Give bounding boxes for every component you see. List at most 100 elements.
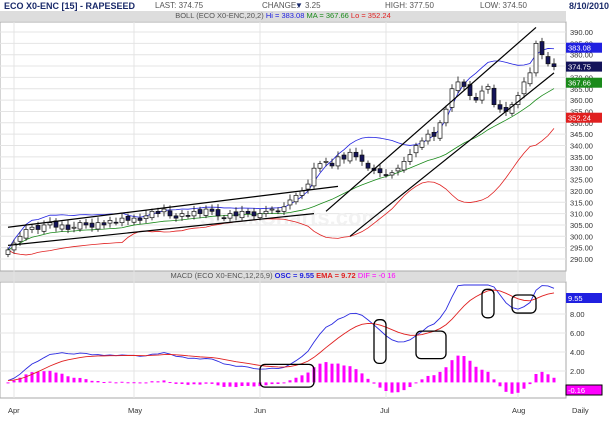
histogram-bar (78, 377, 82, 383)
candle-body (497, 104, 503, 110)
histogram-bar (366, 378, 370, 383)
histogram-bar (384, 382, 388, 391)
candle-body (29, 226, 35, 230)
candle-body (41, 224, 47, 232)
histogram-bar (528, 382, 532, 385)
histogram-bar (144, 382, 148, 384)
histogram-bar (180, 382, 184, 385)
macd-y-tick: 6.00 (570, 329, 585, 338)
candle-body (455, 81, 461, 91)
candle-body (221, 217, 227, 220)
candle-body (203, 208, 209, 216)
histogram-bar (156, 381, 160, 383)
candle-body (23, 229, 29, 239)
histogram-bar (120, 381, 124, 383)
candle-body (419, 140, 425, 148)
x-tick-label: Aug (512, 406, 525, 415)
histogram-bar (198, 382, 202, 385)
candle-body (329, 162, 335, 167)
candle-body (353, 151, 359, 158)
candle-body (197, 209, 203, 214)
histogram-bar (12, 380, 16, 383)
candle-body (449, 88, 455, 108)
candle-body (149, 210, 155, 219)
histogram-bar (192, 382, 196, 385)
histogram-bar (234, 382, 238, 388)
candle-body (107, 220, 113, 224)
candle-body (119, 217, 125, 224)
histogram-bar (72, 377, 76, 383)
candle-body (251, 211, 257, 217)
histogram-bar (540, 371, 544, 383)
candle-body (491, 87, 497, 105)
histogram-bar (318, 363, 322, 383)
price-tag-label: 352.24 (568, 114, 591, 123)
histogram-bar (210, 382, 214, 384)
y-tick-label: 310.00 (570, 210, 593, 219)
histogram-bar (282, 382, 286, 384)
candle-body (5, 249, 11, 255)
histogram-bar (108, 381, 112, 383)
histogram-bar (84, 379, 88, 383)
hist-tag-label: -0.16 (568, 386, 585, 395)
candle-body (341, 154, 347, 160)
candle-body (191, 210, 197, 217)
price-tag-label: 367.66 (568, 79, 591, 88)
candle-body (65, 224, 71, 230)
histogram-bar (486, 371, 490, 383)
histogram-bar (480, 369, 484, 383)
histogram-bar (438, 371, 442, 383)
candle-body (311, 167, 317, 187)
candle-body (383, 174, 389, 176)
candle-body (35, 225, 41, 230)
candle-body (209, 208, 215, 212)
macd-y-tick: 2.00 (570, 367, 585, 376)
y-tick-label: 305.00 (570, 221, 593, 230)
histogram-bar (114, 382, 118, 384)
candle-body (257, 213, 263, 219)
candle-body (263, 210, 269, 214)
histogram-bar (48, 370, 52, 383)
histogram-bar (288, 380, 292, 383)
y-tick-label: 390.00 (570, 28, 593, 37)
macd-y-tick: 8.00 (570, 310, 585, 319)
histogram-bar (162, 380, 166, 383)
histogram-bar (60, 373, 64, 383)
histogram-bar (294, 377, 298, 383)
histogram-bar (450, 360, 454, 383)
candle-body (161, 208, 167, 213)
price-tag-label: 374.75 (568, 63, 591, 72)
histogram-bar (456, 355, 460, 383)
y-tick-label: 345.00 (570, 130, 593, 139)
candle-body (143, 215, 149, 219)
histogram-bar (390, 382, 394, 393)
histogram-bar (222, 382, 226, 387)
histogram-bar (360, 373, 364, 383)
candle-body (95, 222, 101, 230)
candle-body (131, 217, 137, 223)
histogram-bar (66, 376, 70, 383)
histogram-bar (498, 382, 502, 387)
histogram-bar (270, 382, 274, 385)
candle-body (47, 222, 53, 226)
histogram-bar (420, 379, 424, 383)
x-tick-label: Jun (254, 406, 266, 415)
candle-body (425, 133, 431, 142)
histogram-bar (510, 382, 514, 394)
chart-window: ECO X0-ENC [15] - RAPESEED LAST: 374.75 … (0, 0, 613, 425)
candle-body (245, 210, 251, 214)
candle-body (443, 108, 449, 124)
candle-body (413, 145, 419, 154)
histogram-bar (186, 382, 190, 385)
x-tick-label: Apr (8, 406, 20, 415)
histogram-bar (102, 382, 106, 384)
candle-body (539, 41, 545, 56)
histogram-bar (552, 377, 556, 383)
histogram-bar (306, 372, 310, 383)
histogram-bar (402, 382, 406, 391)
candle-body (485, 86, 491, 90)
price-tag-label: 383.08 (568, 44, 591, 53)
candle-body (59, 224, 65, 230)
histogram-bar (372, 382, 376, 384)
candle-body (275, 210, 281, 213)
